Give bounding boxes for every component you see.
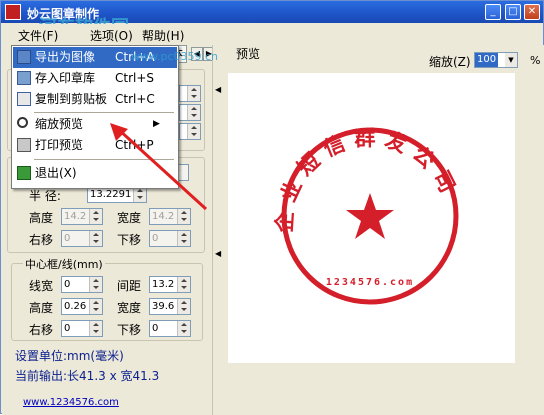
menu-separator [34,112,174,113]
printer-icon [17,138,31,152]
center-down-label: 下移 [117,323,142,337]
percent-label: % [530,54,541,67]
menu-options[interactable]: 选项(O) [90,27,133,44]
menu-item-label: 存入印章库 [35,71,96,85]
menu-item-save-library[interactable]: 存入印章库 Ctrl+S [13,68,177,89]
preview-title: 预览 [236,47,261,61]
radius-label: 半 径: [29,189,61,203]
watermark-url: www.pc0359.cn [131,50,219,63]
center-height-spinner[interactable]: 0.26 [61,298,103,315]
spacing-spinner[interactable]: 13.2 [149,276,191,293]
hidden-spinner-2[interactable] [179,104,201,121]
center-width-label: 宽度 [117,301,142,315]
export-image-icon [17,50,31,64]
menu-item-shortcut: Ctrl+S [115,71,155,85]
center-width-value: 39.6 [152,301,175,312]
circle-right-label: 右移 [29,233,54,247]
hidden-spinner-1[interactable] [179,85,201,102]
save-library-icon [17,71,31,85]
spacing-label: 间距 [117,279,142,293]
exit-icon [17,166,31,180]
center-right-spinner[interactable]: 0 [61,320,103,337]
preview-canvas: 企业短信群发公司 1234576.com [228,73,515,363]
line-width-label: 线宽 [29,279,54,293]
circle-height-value: 14.2 [64,211,87,222]
menu-file[interactable]: 文件(F) [18,27,58,44]
magnifier-icon [17,117,28,128]
maximize-button[interactable]: □ [505,4,521,20]
menu-bar: 文件(F) 选项(O) 帮助(H) [2,24,542,44]
zoom-label: 缩放(Z) [429,55,471,69]
circle-right-spinner[interactable]: 0 [61,230,103,247]
center-width-spinner[interactable]: 39.6 [149,298,191,315]
menu-item-copy-clipboard[interactable]: 复制到剪贴板 Ctrl+C [13,89,177,110]
menu-help[interactable]: 帮助(H) [142,27,184,44]
center-down-value: 0 [152,323,159,334]
center-right-label: 右移 [29,323,54,337]
menu-item-label: 导出为图像 [35,50,96,64]
close-button[interactable]: ✕ [524,4,540,20]
zoom-value: 100 [475,53,499,67]
circle-down-spinner[interactable]: 0 [149,230,191,247]
website-link[interactable]: www.1234576.com [23,397,119,408]
circle-down-value: 0 [152,233,159,244]
minimize-button[interactable]: _ [485,4,501,20]
main-window: 妙云图章制作 _ □ ✕ 河东软件园 文件(F) 选项(O) 帮助(H) 文本 … [0,0,544,415]
center-down-spinner[interactable]: 0 [149,320,191,337]
menu-item-label: 缩放预览 [35,117,84,131]
menu-item-label: 复制到剪贴板 [35,92,108,106]
app-icon [5,4,21,20]
center-right-value: 0 [64,323,71,334]
annotation-arrow [110,123,208,211]
center-height-value: 0.26 [64,301,87,312]
unit-status: 设置单位:mm(毫米) [15,349,124,363]
stamp-bottom-text: 1234576.com [326,277,414,288]
menu-item-shortcut: Ctrl+C [115,92,155,106]
stamp-star-icon [346,193,394,239]
spacing-value: 13.2 [152,279,175,290]
center-height-label: 高度 [29,301,54,315]
stamp-image: 企业短信群发公司 1234576.com [272,126,459,305]
collapse-left-icon-2[interactable]: ◀ [215,249,221,258]
menu-item-label: 打印预览 [35,138,84,152]
circle-height-label: 高度 [29,211,54,225]
panel-splitter[interactable]: ◀ ◀ [212,45,224,415]
line-width-spinner[interactable]: 0 [61,276,103,293]
output-status: 当前输出:长41.3 x 宽41.3 [15,369,160,383]
circle-right-value: 0 [64,233,71,244]
preview-panel: 预览 缩放(Z) 100 ▼ % 企业短信群发公司 1234576.com [224,45,544,415]
collapse-left-icon[interactable]: ◀ [215,85,221,94]
line-width-value: 0 [64,279,71,290]
menu-item-label: 退出(X) [35,166,77,180]
clipboard-icon [17,92,31,106]
chevron-down-icon[interactable]: ▼ [505,53,517,67]
center-line-group-title: 中心框/线(mm) [23,256,105,272]
circle-height-spinner[interactable]: 14.2 [61,208,103,225]
circle-down-label: 下移 [117,233,142,247]
zoom-select[interactable]: 100 ▼ [474,52,518,68]
